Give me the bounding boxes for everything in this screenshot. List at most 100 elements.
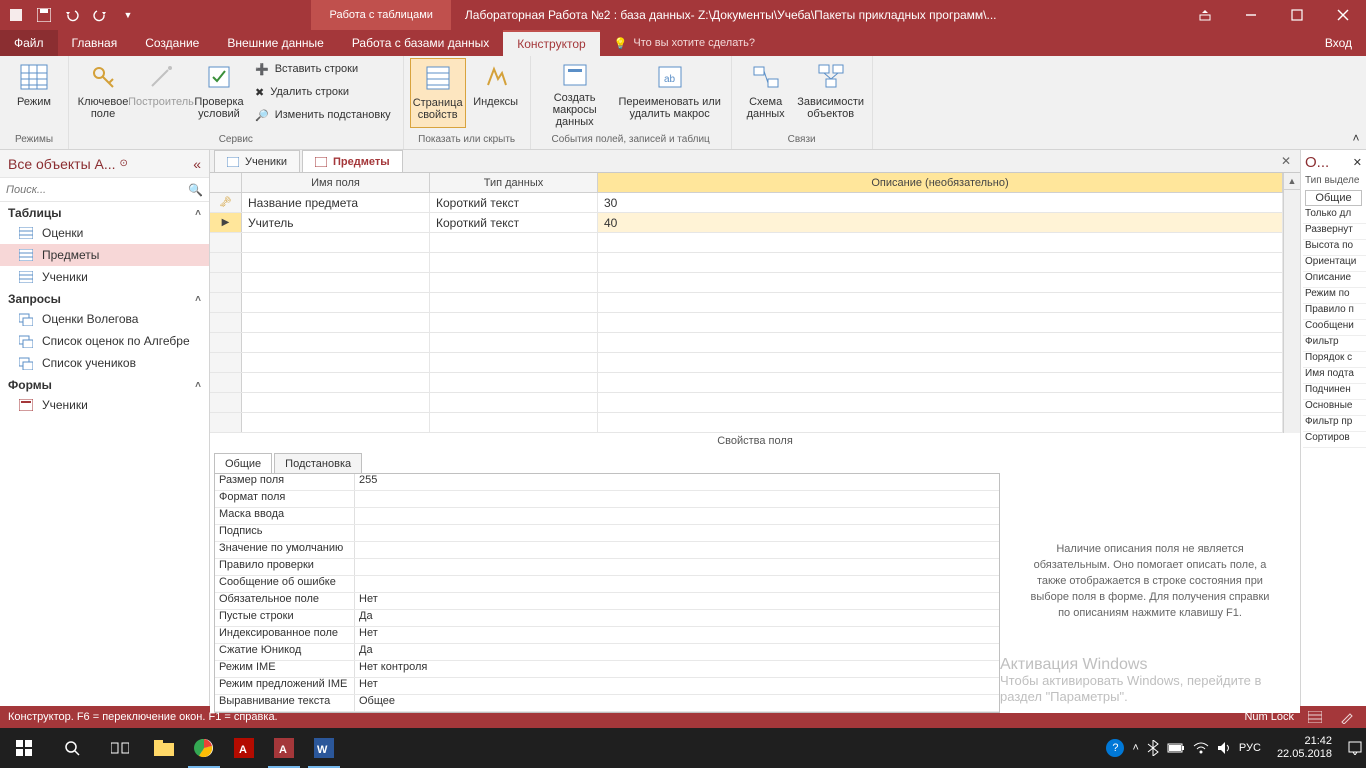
nav-search-input[interactable]	[6, 184, 188, 196]
design-row[interactable]	[210, 273, 1283, 293]
property-sheet-row[interactable]: Сортиров	[1303, 432, 1366, 448]
nav-group-tables[interactable]: Таблицы	[8, 206, 61, 220]
nav-item-table[interactable]: Предметы	[0, 244, 209, 266]
fp-tab-general[interactable]: Общие	[214, 453, 272, 473]
cell-description[interactable]: 30	[598, 193, 1283, 212]
tray-language[interactable]: РУС	[1239, 742, 1261, 754]
property-sheet-row[interactable]: Фильтр	[1303, 336, 1366, 352]
minimize-button[interactable]	[1228, 0, 1274, 30]
ribbon-display-options-icon[interactable]	[1182, 0, 1228, 30]
chevron-up-icon[interactable]: ˄	[195, 380, 201, 391]
tell-me-search[interactable]: 💡 Что вы хотите сделать?	[600, 30, 769, 56]
nav-group-forms[interactable]: Формы	[8, 378, 52, 392]
relationships-button[interactable]: Схема данных	[738, 58, 794, 128]
sign-in-button[interactable]: Вход	[1311, 30, 1366, 56]
property-sheet-row[interactable]: Фильтр пр	[1303, 416, 1366, 432]
property-value[interactable]: Нет	[355, 627, 999, 643]
insert-rows-button[interactable]: ➕Вставить строки	[249, 58, 397, 80]
design-row[interactable]: ▶ Учитель Короткий текст 40	[210, 213, 1283, 233]
tab-external-data[interactable]: Внешние данные	[213, 30, 338, 56]
tray-help-icon[interactable]: ?	[1106, 739, 1124, 757]
tray-clock[interactable]: 21:42 22.05.2018	[1269, 735, 1340, 761]
property-sheet-button[interactable]: Страница свойств	[410, 58, 466, 128]
property-sheet-row[interactable]: Подчинен	[1303, 384, 1366, 400]
column-data-type[interactable]: Тип данных	[430, 173, 598, 192]
property-sheet-row[interactable]: Ориентаци	[1303, 256, 1366, 272]
property-sheet-row[interactable]: Имя подта	[1303, 368, 1366, 384]
property-sheet-row[interactable]: Сообщени	[1303, 320, 1366, 336]
design-row[interactable]: 🗝 Название предмета Короткий текст 30	[210, 193, 1283, 213]
fp-tab-lookup[interactable]: Подстановка	[274, 453, 362, 473]
close-property-sheet-icon[interactable]: ✕	[1353, 156, 1362, 169]
property-sheet-row[interactable]: Правило п	[1303, 304, 1366, 320]
field-property-row[interactable]: Режим IMEНет контроля	[215, 661, 999, 678]
nav-item-query[interactable]: Список учеников	[0, 352, 209, 374]
tray-chevron-up-icon[interactable]: ˄	[1132, 742, 1138, 754]
design-row[interactable]	[210, 353, 1283, 373]
property-sheet-row[interactable]: Основные	[1303, 400, 1366, 416]
design-row[interactable]	[210, 333, 1283, 353]
design-row[interactable]	[210, 293, 1283, 313]
save-icon[interactable]	[32, 3, 56, 27]
create-data-macros-button[interactable]: Создать макросы данных	[537, 58, 613, 128]
property-value[interactable]	[355, 542, 999, 558]
property-value[interactable]: Нет контроля	[355, 661, 999, 677]
cell-data-type[interactable]: Короткий текст	[430, 213, 598, 232]
design-view-icon[interactable]	[1336, 708, 1358, 726]
tray-bluetooth-icon[interactable]	[1147, 740, 1159, 756]
nav-item-query[interactable]: Список оценок по Алгебре	[0, 330, 209, 352]
design-row[interactable]	[210, 233, 1283, 253]
tab-database-tools[interactable]: Работа с базами данных	[338, 30, 503, 56]
maximize-button[interactable]	[1274, 0, 1320, 30]
collapse-ribbon-icon[interactable]: ˄	[1346, 56, 1366, 149]
qat-customize-icon[interactable]: ▼	[116, 3, 140, 27]
design-row[interactable]	[210, 393, 1283, 413]
design-row[interactable]	[210, 373, 1283, 393]
property-value[interactable]	[355, 525, 999, 541]
property-value[interactable]	[355, 576, 999, 592]
nav-item-form[interactable]: Ученики	[0, 394, 209, 416]
design-row[interactable]	[210, 253, 1283, 273]
field-property-row[interactable]: Правило проверки	[215, 559, 999, 576]
tab-design[interactable]: Конструктор	[503, 30, 599, 56]
field-property-row[interactable]: Формат поля	[215, 491, 999, 508]
taskbar-app-chrome[interactable]	[184, 728, 224, 768]
tab-home[interactable]: Главная	[58, 30, 132, 56]
property-value[interactable]: Да	[355, 610, 999, 626]
property-value[interactable]: Да	[355, 644, 999, 660]
close-button[interactable]	[1320, 0, 1366, 30]
field-property-row[interactable]: Значение по умолчанию	[215, 542, 999, 559]
start-button[interactable]	[0, 728, 48, 768]
taskbar-app-acrobat[interactable]: A	[224, 728, 264, 768]
design-row[interactable]	[210, 313, 1283, 333]
field-property-row[interactable]: Режим предложений IMEНет	[215, 678, 999, 695]
property-value[interactable]	[355, 491, 999, 507]
vertical-scrollbar[interactable]: ▲	[1283, 173, 1300, 433]
close-tab-icon[interactable]: ✕	[1278, 153, 1294, 169]
property-sheet-tab[interactable]: Общие	[1305, 190, 1362, 206]
cell-description[interactable]: 40	[598, 213, 1283, 232]
property-sheet-row[interactable]: Высота по	[1303, 240, 1366, 256]
tray-battery-icon[interactable]	[1167, 742, 1185, 754]
document-tab[interactable]: Ученики	[214, 150, 300, 172]
search-button[interactable]	[48, 728, 96, 768]
property-value[interactable]: Нет	[355, 678, 999, 694]
property-sheet-row[interactable]: Развернут	[1303, 224, 1366, 240]
field-property-row[interactable]: Обязательное полеНет	[215, 593, 999, 610]
modify-lookup-button[interactable]: 🔎Изменить подстановку	[249, 104, 397, 126]
nav-group-queries[interactable]: Запросы	[8, 292, 61, 306]
column-field-name[interactable]: Имя поля	[242, 173, 430, 192]
field-property-row[interactable]: Маска ввода	[215, 508, 999, 525]
tray-notifications-icon[interactable]	[1348, 741, 1362, 755]
property-value[interactable]	[355, 559, 999, 575]
cell-data-type[interactable]: Короткий текст	[430, 193, 598, 212]
validation-button[interactable]: Проверка условий	[191, 58, 247, 128]
field-property-row[interactable]: Подпись	[215, 525, 999, 542]
delete-rows-button[interactable]: ✖Удалить строки	[249, 81, 397, 103]
property-sheet-list[interactable]: Только длРазвернутВысота поОриентациОпис…	[1303, 208, 1366, 448]
property-value[interactable]: 255	[355, 474, 999, 490]
property-sheet-row[interactable]: Только дл	[1303, 208, 1366, 224]
taskbar-app-explorer[interactable]	[144, 728, 184, 768]
cell-field-name[interactable]: Название предмета	[242, 193, 430, 212]
field-property-row[interactable]: Размер поля255	[215, 474, 999, 491]
